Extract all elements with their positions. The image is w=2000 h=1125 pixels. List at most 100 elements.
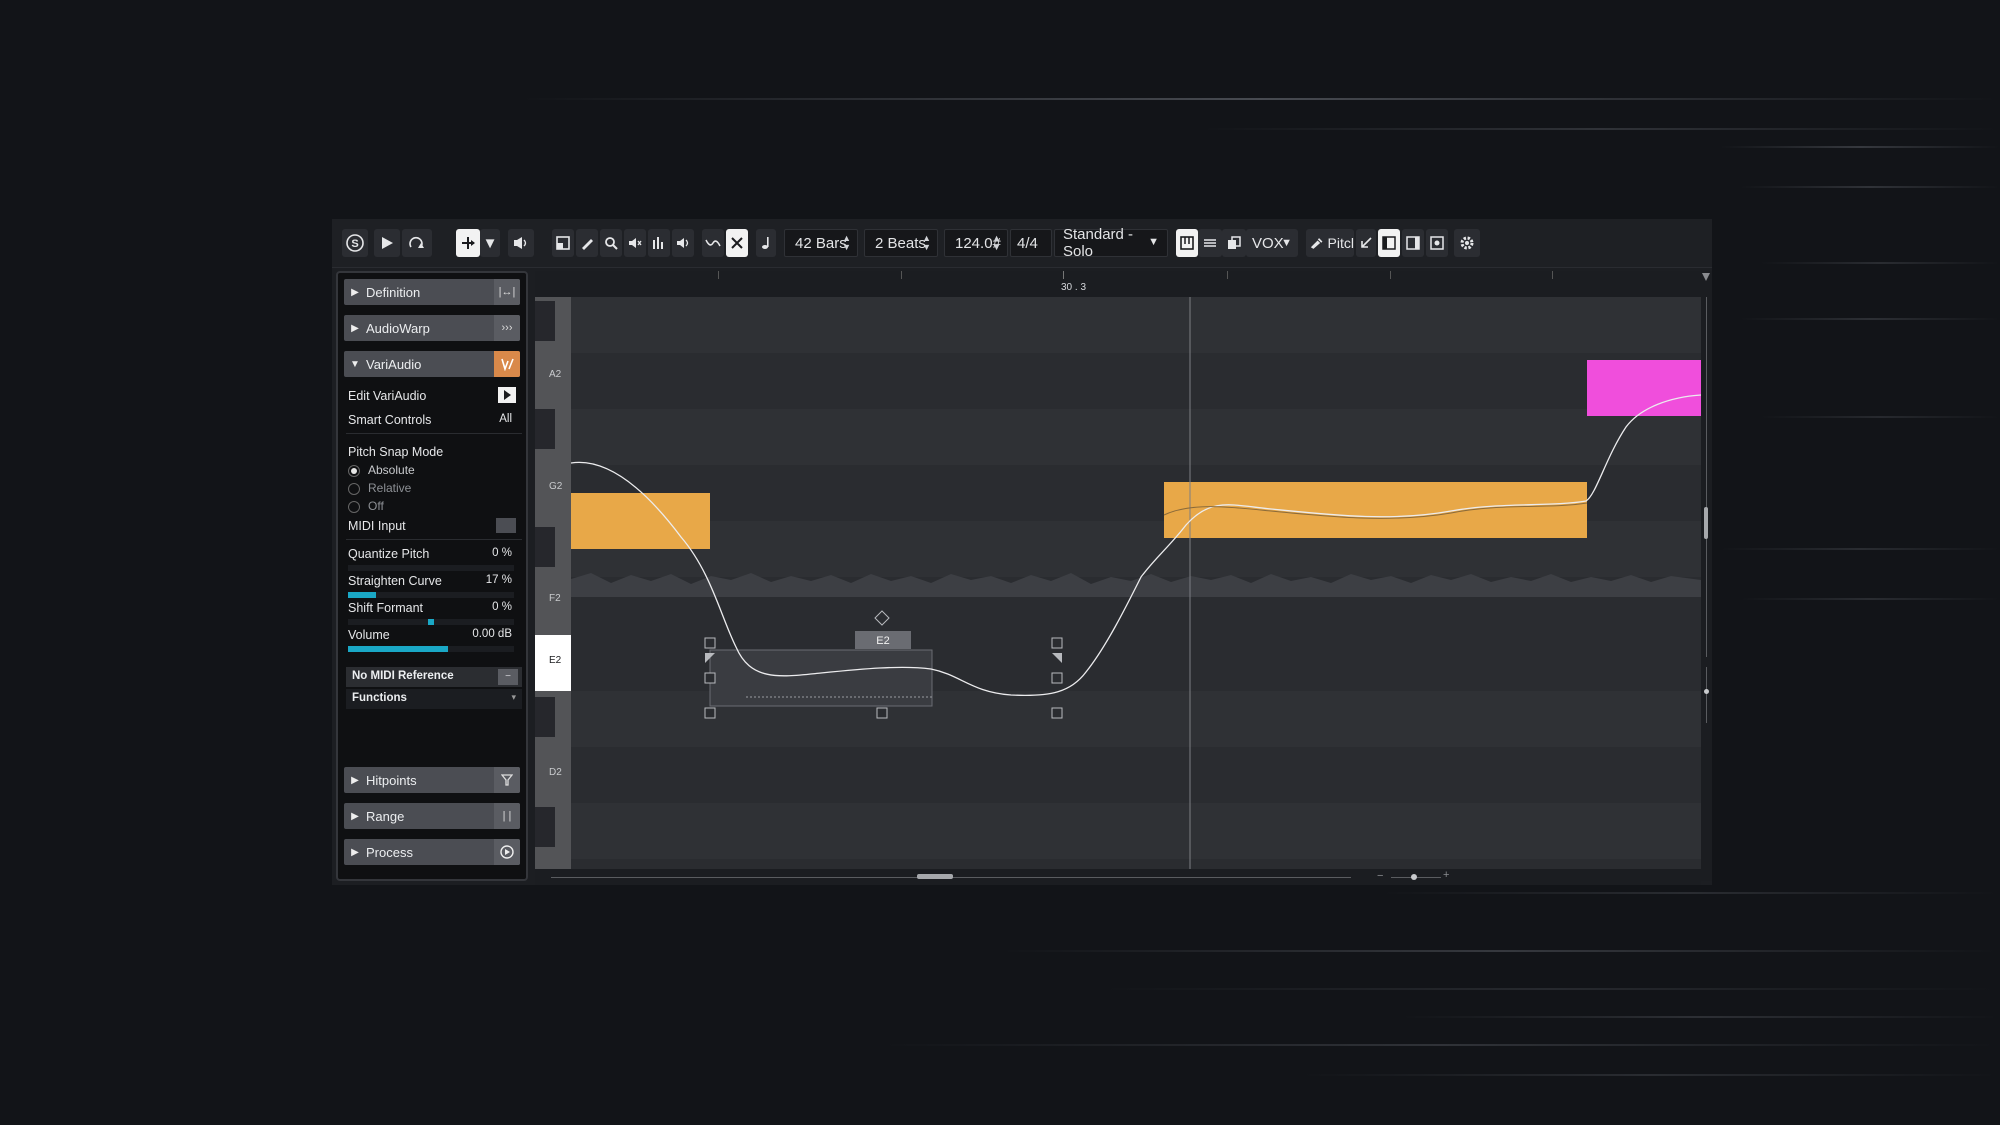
tempo-field[interactable]: 124.0# ▲ ▼ xyxy=(944,229,1008,257)
section-hitpoints[interactable]: ▶ Hitpoints xyxy=(344,767,520,793)
section-definition[interactable]: ▶ Definition |↔| xyxy=(344,279,520,305)
shift-formant-slider[interactable] xyxy=(348,619,514,625)
snap-relative-radio[interactable]: Relative xyxy=(348,481,520,495)
ruler-tick xyxy=(901,271,902,279)
handle-top-right[interactable] xyxy=(1051,637,1063,649)
edit-variaudio-row[interactable]: Edit VariAudio xyxy=(348,387,520,403)
funnel-icon[interactable] xyxy=(494,767,520,793)
section-audiowarp[interactable]: ▶ AudioWarp ››› xyxy=(344,315,520,341)
slider-fill xyxy=(348,592,377,598)
range-tool-icon[interactable] xyxy=(552,229,574,257)
piano-keyboard[interactable]: A2 G2 F2 E2 D2 xyxy=(535,297,571,869)
snap-absolute-radio[interactable]: Absolute xyxy=(348,463,520,477)
play-button[interactable] xyxy=(374,229,400,257)
quantize-pitch-slider[interactable] xyxy=(348,565,514,571)
shift-formant-value[interactable]: 0 % xyxy=(492,601,512,613)
straighten-curve-value[interactable]: 17 % xyxy=(486,574,512,586)
left-zone-icon[interactable] xyxy=(1378,229,1400,257)
vertical-zoom-thumb[interactable] xyxy=(1704,689,1709,694)
functions-menu[interactable]: Functions ▾ xyxy=(346,689,522,709)
profile-select[interactable]: Standard - Solo ▼ xyxy=(1054,226,1168,260)
window-settings-icon[interactable] xyxy=(1426,229,1448,257)
volume-slider[interactable] xyxy=(348,646,514,652)
handle-mid-left[interactable] xyxy=(704,672,716,684)
length-field[interactable]: 42 Bars ▲ ▼ xyxy=(784,229,858,257)
vertical-scroll-thumb[interactable] xyxy=(1704,507,1708,539)
grid-spinner-icon[interactable]: ▲ ▼ xyxy=(922,234,931,252)
note-segment-g2-2[interactable] xyxy=(1164,482,1587,538)
note-icon[interactable] xyxy=(756,229,776,257)
pitch-editor-canvas[interactable]: E2 xyxy=(571,297,1701,869)
snap-icon[interactable] xyxy=(726,229,748,257)
section-variaudio[interactable]: ▼ VariAudio xyxy=(344,351,520,377)
horizontal-scroll-thumb[interactable] xyxy=(917,874,953,879)
scroll-down-arrow-icon[interactable] xyxy=(1702,273,1710,281)
audition-icon[interactable] xyxy=(508,229,534,257)
track-select[interactable]: VOX ▼ xyxy=(1246,229,1298,257)
grid-field[interactable]: 2 Beats ▲ ▼ xyxy=(864,229,938,257)
snap-off-radio[interactable]: Off xyxy=(348,499,520,513)
copy-icon[interactable] xyxy=(1222,229,1246,257)
tilt-handle-right[interactable] xyxy=(1052,653,1062,663)
vertical-scrollbar[interactable] xyxy=(1701,271,1712,881)
handle-top-left[interactable] xyxy=(704,637,716,649)
minus-icon[interactable]: − xyxy=(498,669,518,685)
pencil-icon[interactable] xyxy=(576,229,598,257)
tool-dropdown-chevron-down-icon[interactable]: ▼ xyxy=(480,229,500,257)
volume-value[interactable]: 0.00 dB xyxy=(472,628,512,640)
horizontal-zoom-thumb[interactable] xyxy=(1411,874,1417,880)
smart-controls-row[interactable]: Smart Controls All xyxy=(348,413,520,427)
variaudio-icon[interactable] xyxy=(494,351,520,377)
midi-input-toggle[interactable] xyxy=(496,518,516,533)
midi-input-row[interactable]: MIDI Input xyxy=(348,518,520,533)
pitch-tool-button[interactable]: Pitcl xyxy=(1306,229,1354,257)
zoom-out-icon[interactable]: − xyxy=(1377,870,1383,882)
pitch-grid[interactable]: E2 xyxy=(571,297,1701,869)
auto-scroll-icon[interactable] xyxy=(702,229,724,257)
speaker-icon[interactable] xyxy=(672,229,694,257)
radio-icon[interactable] xyxy=(348,464,360,477)
note-segment-g2-1[interactable] xyxy=(571,493,710,549)
section-label: AudioWarp xyxy=(366,320,430,336)
arrow-in-icon[interactable] xyxy=(1356,229,1376,257)
loop-icon[interactable] xyxy=(402,229,432,257)
horizontal-scrollbar[interactable]: − + xyxy=(535,869,1701,885)
handle-bottom-left[interactable] xyxy=(704,707,716,719)
zoom-in-icon[interactable]: + xyxy=(1443,869,1449,881)
smart-controls-value[interactable]: All xyxy=(499,413,512,425)
right-zone-icon[interactable] xyxy=(1402,229,1424,257)
tempo-spinner-icon[interactable]: ▲ ▼ xyxy=(992,234,1001,252)
layers-icon[interactable] xyxy=(1198,229,1222,257)
timeline-ruler[interactable]: 30 . 3 xyxy=(535,271,1701,297)
solo-button[interactable]: S xyxy=(342,229,368,257)
gear-icon[interactable] xyxy=(1454,229,1480,257)
note-segment-highlight[interactable] xyxy=(1587,360,1701,416)
key-label-d2: D2 xyxy=(549,767,562,778)
mute-icon[interactable] xyxy=(624,229,646,257)
signature-field[interactable]: 4/4 xyxy=(1010,229,1052,257)
quantize-diamond-handle[interactable] xyxy=(874,610,890,626)
range-icon[interactable]: | | xyxy=(494,803,520,829)
draw-bars-icon[interactable] xyxy=(648,229,670,257)
section-range[interactable]: ▶ Range | | xyxy=(344,803,520,829)
object-selection-tool-button[interactable] xyxy=(456,229,480,257)
handle-bottom-right[interactable] xyxy=(1051,707,1063,719)
audiowarp-icon[interactable]: ››› xyxy=(494,315,520,341)
handle-mid-right[interactable] xyxy=(1051,672,1063,684)
straighten-curve-slider[interactable] xyxy=(348,592,514,598)
zoom-track xyxy=(1706,667,1707,723)
section-label: VariAudio xyxy=(366,356,422,372)
definition-icon[interactable]: |↔| xyxy=(494,279,520,305)
length-spinner-icon[interactable]: ▲ ▼ xyxy=(842,234,851,252)
section-process[interactable]: ▶ Process xyxy=(344,839,520,865)
radio-icon[interactable] xyxy=(348,482,360,495)
radio-icon[interactable] xyxy=(348,500,360,513)
handle-bottom-center[interactable] xyxy=(876,707,888,719)
zoom-icon[interactable] xyxy=(600,229,622,257)
selected-note-segment-e2[interactable] xyxy=(709,649,933,707)
edit-cursor-icon[interactable] xyxy=(498,387,516,403)
editor-layout-icon[interactable] xyxy=(1176,229,1198,257)
quantize-pitch-value[interactable]: 0 % xyxy=(492,547,512,559)
midi-reference-box[interactable]: No MIDI Reference − xyxy=(346,667,522,687)
process-icon[interactable] xyxy=(494,839,520,865)
